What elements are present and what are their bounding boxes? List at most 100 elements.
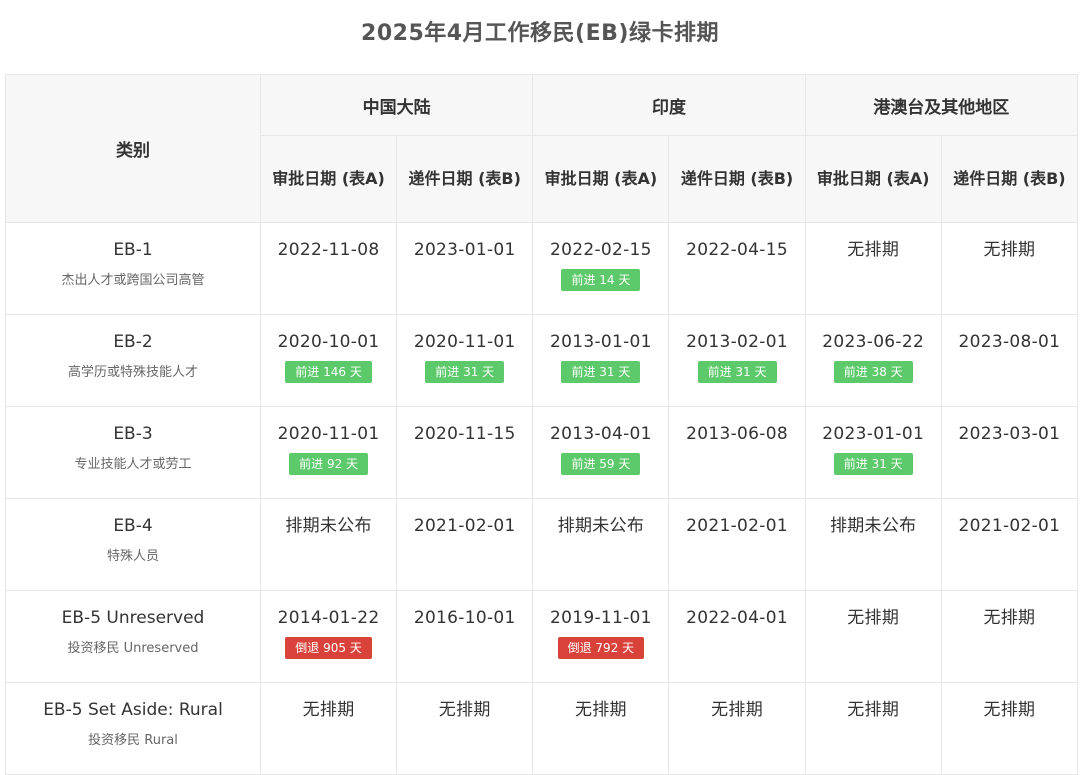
category-description: 投资移民 Rural: [88, 733, 178, 748]
header-region-china: 中国大陆: [259, 74, 534, 136]
category-name: EB-5 Unreserved: [61, 608, 205, 628]
date-cell: 2023-03-01: [940, 406, 1079, 499]
date-cell: 2013-02-01 前进 31 天: [668, 314, 806, 407]
date-value: 2021-02-01: [413, 516, 516, 536]
date-cell: 2014-01-22 倒退 905 天: [259, 590, 398, 683]
date-value: 无排期: [847, 608, 900, 628]
category-name: EB-1: [113, 240, 153, 260]
date-value: 无排期: [711, 700, 763, 720]
date-value: 2023-01-01: [413, 240, 516, 260]
date-value: 2020-10-01: [277, 332, 380, 352]
date-cell: 排期未公布: [532, 498, 670, 591]
category-description: 投资移民 Unreserved: [67, 641, 199, 656]
category-description: 特殊人员: [106, 549, 159, 564]
date-cell: 2020-10-01 前进 146 天: [259, 314, 398, 407]
table-row: EB-2 高学历或特殊技能人才 2020-10-01 前进 146 天 2020-11-…: [5, 314, 1079, 407]
date-value: 无排期: [847, 240, 900, 260]
date-value: 2021-02-01: [958, 516, 1061, 536]
date-value: 2022-04-01: [686, 608, 788, 628]
date-cell: 2016-10-01: [396, 590, 534, 683]
date-value: 无排期: [983, 608, 1036, 628]
date-cell: 无排期: [804, 222, 942, 315]
date-cell: 2013-01-01 前进 31 天: [532, 314, 670, 407]
category-name: EB-4: [113, 516, 153, 536]
header-region-india: 印度: [532, 74, 806, 136]
table-row: EB-1 杰出人才或跨国公司高管 2022-11-08 2023-01-01 2022-…: [5, 222, 1079, 315]
visa-bulletin-table: 类别 中国大陆 印度 港澳台及其他地区 审批日期 (表A) 递件日期 (表B) …: [5, 74, 1079, 775]
date-cell: 无排期: [940, 682, 1079, 775]
header-final-action-china: 审批日期 (表A): [259, 135, 398, 223]
date-cell: 2023-01-01 前进 31 天: [804, 406, 942, 499]
date-value: 2022-11-08: [277, 240, 380, 260]
date-value: 2023-08-01: [958, 332, 1061, 352]
date-value: 2023-06-22: [822, 332, 925, 352]
table-row: EB-5 Unreserved 投资移民 Unreserved 2014-01-22…: [5, 590, 1079, 683]
table-row: EB-5 Set Aside: Rural 投资移民 Rural 无排期 无排期 无排期…: [5, 682, 1079, 775]
category-cell: EB-2 高学历或特殊技能人才: [5, 314, 261, 407]
date-cell: 2013-04-01 前进 59 天: [532, 406, 670, 499]
advance-badge: 前进 31 天: [833, 453, 913, 475]
date-cell: 2022-02-15 前进 14 天: [532, 222, 670, 315]
advance-badge: 前进 31 天: [425, 361, 505, 383]
date-cell: 无排期: [940, 590, 1079, 683]
header-region-rest: 港澳台及其他地区: [804, 74, 1079, 136]
advance-badge: 前进 146 天: [285, 361, 372, 383]
category-name: EB-5 Set Aside: Rural: [43, 700, 223, 720]
date-cell: 2023-08-01: [940, 314, 1079, 407]
header-category: 类别: [5, 74, 261, 223]
date-value: 2021-02-01: [686, 516, 788, 536]
date-value: 2013-01-01: [549, 332, 652, 352]
date-value: 无排期: [438, 700, 491, 720]
date-value: 2014-01-22: [277, 608, 380, 628]
date-value: 2013-06-08: [686, 424, 788, 444]
date-value: 2023-03-01: [958, 424, 1061, 444]
category-description: 高学历或特殊技能人才: [67, 365, 198, 380]
category-name: EB-3: [113, 424, 153, 444]
header-filing-india: 递件日期 (表B): [668, 135, 806, 223]
date-value: 2013-02-01: [686, 332, 788, 352]
date-value: 无排期: [302, 700, 355, 720]
date-cell: 2023-01-01: [396, 222, 534, 315]
table-body: EB-1 杰出人才或跨国公司高管 2022-11-08 2023-01-01 2022-…: [5, 222, 1079, 775]
date-cell: 2021-02-01: [668, 498, 806, 591]
category-description: 杰出人才或跨国公司高管: [61, 273, 205, 288]
date-cell: 排期未公布: [804, 498, 942, 591]
date-cell: 2021-02-01: [396, 498, 534, 591]
advance-badge: 前进 38 天: [833, 361, 913, 383]
category-cell: EB-4 特殊人员: [5, 498, 261, 591]
advance-badge: 前进 59 天: [561, 453, 641, 475]
date-value: 2020-11-01: [277, 424, 380, 444]
date-value: 排期未公布: [285, 516, 372, 536]
date-cell: 2020-11-01 前进 31 天: [396, 314, 534, 407]
date-cell: 无排期: [259, 682, 398, 775]
date-cell: 2023-06-22 前进 38 天: [804, 314, 942, 407]
retrogress-badge: 倒退 792 天: [557, 637, 645, 659]
date-cell: 2021-02-01: [940, 498, 1079, 591]
date-value: 排期未公布: [557, 516, 645, 536]
category-cell: EB-5 Set Aside: Rural 投资移民 Rural: [5, 682, 261, 775]
date-cell: 2022-04-01: [668, 590, 806, 683]
category-cell: EB-3 专业技能人才或劳工: [5, 406, 261, 499]
date-cell: 2013-06-08: [668, 406, 806, 499]
header-final-action-india: 审批日期 (表A): [532, 135, 670, 223]
header-filing-rest: 递件日期 (表B): [940, 135, 1079, 223]
header-final-action-rest: 审批日期 (表A): [804, 135, 942, 223]
date-value: 无排期: [983, 700, 1036, 720]
advance-badge: 前进 31 天: [697, 361, 777, 383]
date-cell: 2020-11-01 前进 92 天: [259, 406, 398, 499]
table-row: EB-3 专业技能人才或劳工 2020-11-01 前进 92 天 2020-11-15…: [5, 406, 1079, 499]
date-value: 2022-02-15: [549, 240, 652, 260]
date-cell: 无排期: [396, 682, 534, 775]
date-value: 2023-01-01: [822, 424, 925, 444]
advance-badge: 前进 92 天: [289, 453, 369, 475]
date-cell: 2019-11-01 倒退 792 天: [532, 590, 670, 683]
date-value: 无排期: [574, 700, 627, 720]
date-value: 2020-11-15: [413, 424, 516, 444]
date-value: 排期未公布: [829, 516, 917, 536]
category-description: 专业技能人才或劳工: [74, 457, 192, 472]
category-cell: EB-5 Unreserved 投资移民 Unreserved: [5, 590, 261, 683]
category-cell: EB-1 杰出人才或跨国公司高管: [5, 222, 261, 315]
date-cell: 无排期: [804, 682, 942, 775]
date-cell: 无排期: [804, 590, 942, 683]
advance-badge: 前进 14 天: [561, 269, 641, 291]
